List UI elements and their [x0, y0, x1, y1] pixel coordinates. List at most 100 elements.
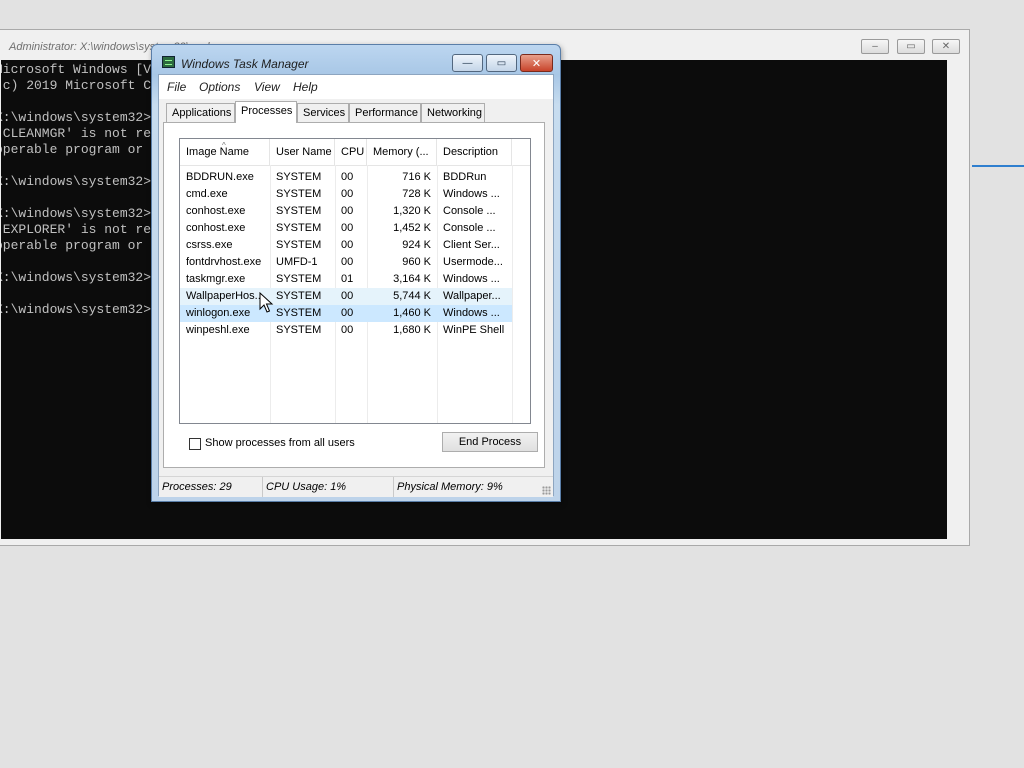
task-manager-window[interactable]: Windows Task Manager — ▭ ✕ File Options … — [151, 44, 561, 502]
table-row[interactable]: winlogon.exe SYSTEM 00 1,460 K Windows ... — [180, 305, 512, 322]
menu-help[interactable]: Help — [293, 80, 318, 94]
cmd-close-button[interactable]: ✕ — [932, 39, 960, 54]
cell-description: Usermode... — [443, 256, 503, 268]
process-list[interactable]: ^ Image Name User Name CPU Memory (... D… — [179, 138, 531, 424]
mouse-pointer-icon — [259, 292, 274, 313]
process-list-header: ^ Image Name User Name CPU Memory (... D… — [180, 139, 530, 166]
tab-services[interactable]: Services — [297, 103, 349, 122]
cell-description: Console ... — [443, 205, 496, 217]
column-image-name[interactable]: ^ Image Name — [180, 139, 270, 165]
cmd-minimize-button[interactable]: – — [861, 39, 889, 54]
cell-user-name: UMFD-1 — [276, 256, 318, 268]
task-manager-client: File Options View Help Applications Proc… — [158, 74, 554, 497]
menu-file[interactable]: File — [167, 80, 186, 94]
column-cpu[interactable]: CPU — [335, 139, 367, 165]
cell-user-name: SYSTEM — [276, 273, 322, 285]
cell-image-name: cmd.exe — [186, 188, 228, 200]
show-all-users-checkbox[interactable] — [189, 438, 201, 450]
status-bar: Processes: 29 CPU Usage: 1% Physical Mem… — [159, 476, 553, 497]
tab-networking[interactable]: Networking — [421, 103, 485, 122]
cell-memory: 960 K — [402, 256, 431, 268]
cell-user-name: SYSTEM — [276, 239, 322, 251]
cell-description: WinPE Shell — [443, 324, 505, 336]
minimize-button[interactable]: — — [452, 54, 483, 72]
cell-memory: 1,320 K — [393, 205, 431, 217]
table-row[interactable]: BDDRUN.exe SYSTEM 00 716 K BDDRun — [180, 169, 512, 186]
cell-cpu: 00 — [341, 239, 354, 251]
menu-options[interactable]: Options — [199, 80, 240, 94]
table-row[interactable]: WallpaperHos... SYSTEM 00 5,744 K Wallpaper.… — [180, 288, 512, 305]
cell-user-name: SYSTEM — [276, 307, 322, 319]
column-description[interactable]: Description — [437, 139, 512, 165]
cell-memory: 5,744 K — [393, 290, 431, 302]
console-line: X:\windows\system32> — [1, 302, 152, 317]
background-accent-line — [972, 165, 1024, 167]
cmd-maximize-button[interactable]: ▭ — [897, 39, 925, 54]
status-physical-memory: Physical Memory: 9% — [397, 481, 503, 493]
cell-image-name: fontdrvhost.exe — [186, 256, 262, 268]
processes-panel: ^ Image Name User Name CPU Memory (... D… — [163, 122, 545, 468]
task-manager-titlebar[interactable]: Windows Task Manager — ▭ ✕ — [152, 45, 560, 75]
maximize-button[interactable]: ▭ — [486, 54, 517, 72]
menu-view[interactable]: View — [254, 80, 280, 94]
cell-description: Windows ... — [443, 273, 500, 285]
close-button[interactable]: ✕ — [520, 54, 553, 72]
cell-cpu: 00 — [341, 222, 354, 234]
table-row[interactable]: conhost.exe SYSTEM 00 1,320 K Console ... — [180, 203, 512, 220]
cell-memory: 3,164 K — [393, 273, 431, 285]
cell-memory: 924 K — [402, 239, 431, 251]
cell-memory: 1,680 K — [393, 324, 431, 336]
table-row[interactable]: csrss.exe SYSTEM 00 924 K Client Ser... — [180, 237, 512, 254]
cell-image-name: WallpaperHos... — [186, 290, 264, 302]
cell-image-name: conhost.exe — [186, 205, 246, 217]
cell-image-name: winlogon.exe — [186, 307, 251, 319]
cell-cpu: 01 — [341, 273, 354, 285]
table-row[interactable]: conhost.exe SYSTEM 00 1,452 K Console ... — [180, 220, 512, 237]
table-row[interactable]: winpeshl.exe SYSTEM 00 1,680 K WinPE Shell — [180, 322, 512, 339]
resize-grip-icon[interactable] — [542, 486, 551, 495]
cell-user-name: SYSTEM — [276, 324, 322, 336]
tab-processes[interactable]: Processes — [235, 101, 297, 123]
tab-performance[interactable]: Performance — [349, 103, 421, 122]
column-image-name-label: Image Name — [186, 146, 249, 158]
sort-ascending-icon: ^ — [222, 141, 226, 150]
menu-bar: File Options View Help — [159, 75, 553, 99]
cell-image-name: taskmgr.exe — [186, 273, 246, 285]
cell-cpu: 00 — [341, 188, 354, 200]
tab-applications[interactable]: Applications — [166, 103, 235, 122]
table-row[interactable]: taskmgr.exe SYSTEM 01 3,164 K Windows ... — [180, 271, 512, 288]
cell-cpu: 00 — [341, 324, 354, 336]
cell-user-name: SYSTEM — [276, 205, 322, 217]
task-manager-title: Windows Task Manager — [181, 57, 309, 71]
cell-user-name: SYSTEM — [276, 222, 322, 234]
cell-description: Console ... — [443, 222, 496, 234]
cell-memory: 716 K — [402, 171, 431, 183]
cell-cpu: 00 — [341, 171, 354, 183]
cell-description: Windows ... — [443, 307, 500, 319]
cell-cpu: 00 — [341, 290, 354, 302]
show-all-users-label[interactable]: Show processes from all users — [205, 437, 355, 449]
cell-description: Wallpaper... — [443, 290, 501, 302]
cell-cpu: 00 — [341, 256, 354, 268]
cell-description: Windows ... — [443, 188, 500, 200]
cell-cpu: 00 — [341, 205, 354, 217]
cell-user-name: SYSTEM — [276, 290, 322, 302]
cell-description: Client Ser... — [443, 239, 500, 251]
cell-description: BDDRun — [443, 171, 487, 183]
status-cpu-usage: CPU Usage: 1% — [263, 477, 394, 497]
status-processes: Processes: 29 — [159, 477, 263, 497]
cell-memory: 1,460 K — [393, 307, 431, 319]
end-process-button[interactable]: End Process — [442, 432, 538, 452]
cell-image-name: csrss.exe — [186, 239, 233, 251]
cell-image-name: conhost.exe — [186, 222, 246, 234]
task-manager-app-icon — [162, 56, 175, 68]
cell-memory: 728 K — [402, 188, 431, 200]
column-memory[interactable]: Memory (... — [367, 139, 437, 165]
column-user-name[interactable]: User Name — [270, 139, 335, 165]
cell-memory: 1,452 K — [393, 222, 431, 234]
table-row[interactable]: fontdrvhost.exe UMFD-1 00 960 K Usermode... — [180, 254, 512, 271]
cell-image-name: winpeshl.exe — [186, 324, 250, 336]
cell-cpu: 00 — [341, 307, 354, 319]
table-row[interactable]: cmd.exe SYSTEM 00 728 K Windows ... — [180, 186, 512, 203]
cell-user-name: SYSTEM — [276, 171, 322, 183]
